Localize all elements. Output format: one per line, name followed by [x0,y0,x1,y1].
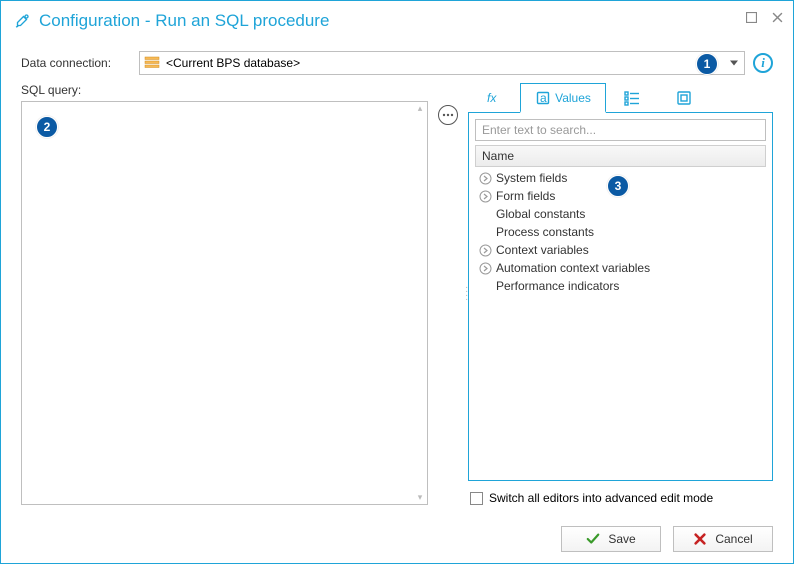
content-area: Data connection: <Current BPS database> … [1,41,793,515]
tree-item[interactable]: Performance indicators [475,277,766,295]
scrollbar-hint-top: ▴ [416,104,426,113]
close-button[interactable] [771,11,783,23]
cancel-icon [693,532,707,546]
tree-item-label: Global constants [496,207,585,221]
tree-item-label: Form fields [496,189,555,203]
tab-functions[interactable]: fx [468,83,520,113]
expand-icon [479,244,492,257]
save-button[interactable]: Save [561,526,661,552]
callout-badge-2: 2 [36,116,58,138]
connection-row: Data connection: <Current BPS database> … [21,51,773,75]
data-connection-combo[interactable]: <Current BPS database> 1 [139,51,745,75]
data-connection-value: <Current BPS database> [166,56,300,70]
sql-query-editor[interactable]: ▴ ▾ 2 [21,101,428,505]
tab-values[interactable]: a Values [520,83,606,113]
tab-values-label: Values [555,91,591,105]
database-icon [144,56,160,70]
cancel-button-label: Cancel [715,532,752,546]
tree-item[interactable]: Automation context variables [475,259,766,277]
data-connection-label: Data connection: [21,56,131,70]
advanced-mode-row: Switch all editors into advanced edit mo… [468,491,773,505]
more-options-icon[interactable] [438,105,458,125]
check-icon [586,532,600,546]
info-icon[interactable]: i [753,53,773,73]
tools-icon [13,12,31,30]
search-input[interactable]: Enter text to search... [475,119,766,141]
right-column: ···· fx a Values [468,83,773,505]
middle-column [438,83,458,505]
tree-item-label: Performance indicators [496,279,619,293]
svg-text:a: a [540,91,547,105]
expand-icon [479,190,492,203]
callout-badge-1: 1 [696,53,718,75]
tree-item[interactable]: Form fields [475,187,766,205]
search-placeholder: Enter text to search... [482,123,596,137]
left-column: SQL query: ▴ ▾ 2 [21,83,428,505]
maximize-button[interactable] [745,11,757,23]
tree-item[interactable]: System fields [475,169,766,187]
expand-icon [479,172,492,185]
chevron-down-icon [730,61,738,66]
config-window: Configuration - Run an SQL procedure Dat… [0,0,794,564]
tree-item[interactable]: Process constants [475,223,766,241]
button-bar: Save Cancel [1,515,793,563]
tree-item[interactable]: Context variables [475,241,766,259]
values-panel: Enter text to search... Name System fiel… [468,112,773,481]
expand-icon [479,262,492,275]
tree-item-label: Process constants [496,225,594,239]
scrollbar-hint-bottom: ▾ [416,493,426,502]
values-tree: System fields Form fields Global constants… [475,167,766,474]
tab-objects[interactable] [658,83,710,113]
main-area: SQL query: ▴ ▾ 2 ···· fx [21,83,773,505]
tree-item-label: Context variables [496,243,589,257]
window-controls [745,11,783,23]
tab-bar: fx a Values [468,83,773,113]
advanced-mode-checkbox[interactable] [470,492,483,505]
tree-item-label: Automation context variables [496,261,650,275]
titlebar: Configuration - Run an SQL procedure [1,1,793,41]
tree-item[interactable]: Global constants [475,205,766,223]
window-title: Configuration - Run an SQL procedure [39,11,329,31]
sql-query-label: SQL query: [21,83,428,97]
tree-item-label: System fields [496,171,567,185]
cancel-button[interactable]: Cancel [673,526,773,552]
advanced-mode-label: Switch all editors into advanced edit mo… [489,491,713,505]
save-button-label: Save [608,532,635,546]
name-column-label: Name [482,149,514,163]
name-column-header[interactable]: Name [475,145,766,167]
tab-list[interactable] [606,83,658,113]
svg-text:fx: fx [487,91,497,105]
